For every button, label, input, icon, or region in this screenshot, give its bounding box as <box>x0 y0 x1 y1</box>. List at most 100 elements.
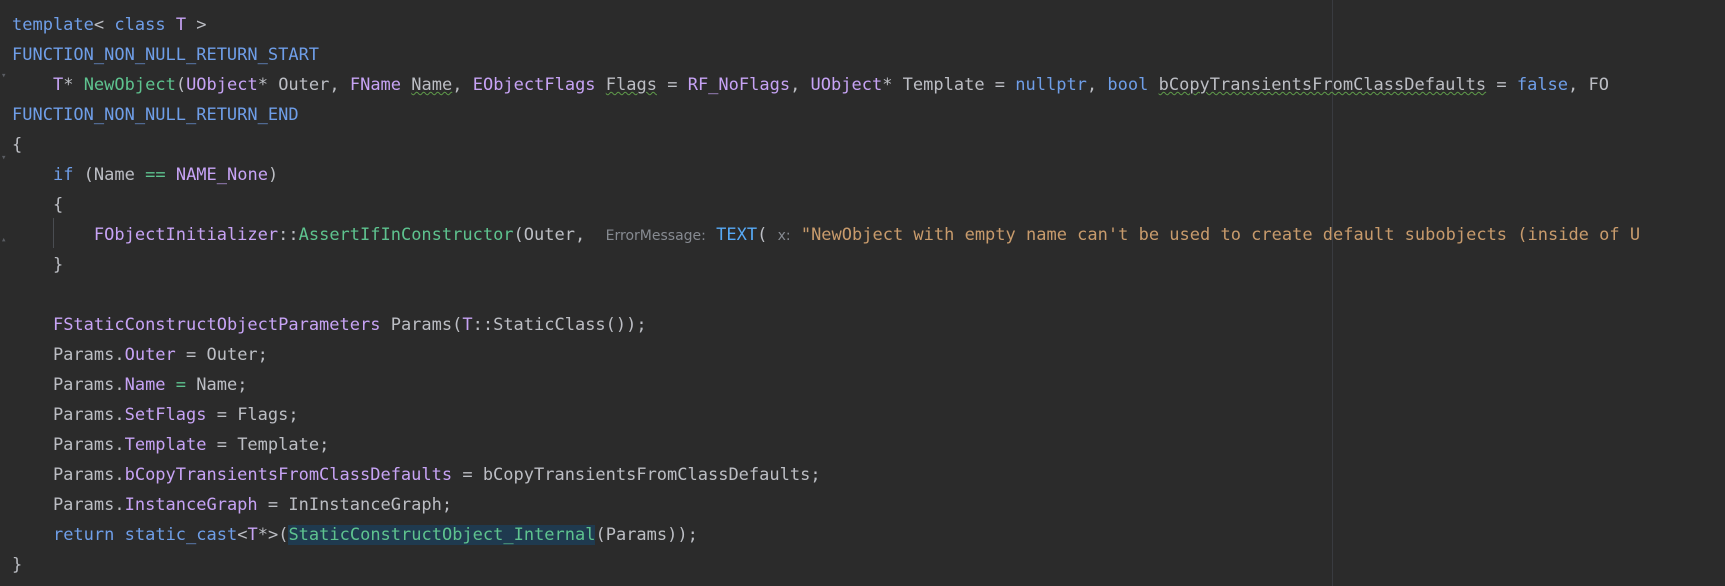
code-token: = <box>656 75 688 95</box>
code-line[interactable] <box>12 280 1640 310</box>
code-token: Params. <box>12 495 125 515</box>
code-token: * Template = <box>882 75 1016 95</box>
code-token: false <box>1516 75 1569 95</box>
code-line[interactable]: Params.Outer = Outer; <box>12 340 1640 370</box>
code-token: ( <box>757 225 778 245</box>
code-token: T <box>175 15 187 35</box>
code-token: = bCopyTransientsFromClassDefaults; <box>452 465 821 485</box>
code-token: (Name <box>73 165 146 185</box>
code-line[interactable]: } <box>12 250 1640 280</box>
code-line[interactable]: FUNCTION_NON_NULL_RETURN_START <box>12 40 1640 70</box>
code-line[interactable]: Params.Name = Name; <box>12 370 1640 400</box>
code-token: template <box>12 15 94 35</box>
code-line[interactable]: { <box>12 130 1640 160</box>
code-token: "NewObject with empty name can't be used… <box>800 225 1641 245</box>
code-token: Params( <box>380 315 463 335</box>
code-token: RF_NoFlags <box>687 75 791 95</box>
code-line[interactable]: T* NewObject(UObject* Outer, FName Name,… <box>12 70 1640 100</box>
gutter: ▾ ▾ ▴ <box>0 0 12 586</box>
code-token: Outer <box>124 345 176 365</box>
fold-icon[interactable]: ▾ <box>1 72 10 81</box>
code-line[interactable]: FStaticConstructObjectParameters Params(… <box>12 310 1640 340</box>
code-line[interactable]: template< class T > <box>12 10 1640 40</box>
code-token: = Template; <box>206 435 330 455</box>
code-token: Params. <box>12 405 125 425</box>
code-token: = Flags; <box>206 405 299 425</box>
code-token: UObject <box>810 75 883 95</box>
code-token: Params. <box>12 465 125 485</box>
code-token: if <box>52 165 74 185</box>
code-line[interactable]: Params.SetFlags = Flags; <box>12 400 1640 430</box>
code-token: * Outer, <box>257 75 350 95</box>
code-line[interactable]: return static_cast<T*>(StaticConstructOb… <box>12 520 1640 550</box>
code-line[interactable]: Params.InstanceGraph = InInstanceGraph; <box>12 490 1640 520</box>
code-token: , FO <box>1568 75 1609 95</box>
code-token: *>( <box>257 525 289 545</box>
code-token: { <box>12 135 23 155</box>
code-token: = InInstanceGraph; <box>257 495 453 515</box>
code-token: ) <box>267 165 279 185</box>
code-token: FStaticConstructObjectParameters <box>52 315 381 335</box>
code-token: { <box>12 195 64 215</box>
code-token: Name <box>411 75 453 95</box>
code-line[interactable]: FObjectInitializer::AssertIfInConstructo… <box>12 220 1640 250</box>
code-area[interactable]: template< class T > FUNCTION_NON_NULL_RET… <box>12 10 1640 580</box>
code-token: bool <box>1107 75 1149 95</box>
code-token: SetFlags <box>124 405 207 425</box>
code-token: return <box>52 525 115 545</box>
code-token: , <box>790 75 811 95</box>
code-token: < <box>93 15 115 35</box>
code-line[interactable]: } <box>12 550 1640 580</box>
code-token: > <box>186 15 207 35</box>
code-token: T <box>462 315 473 335</box>
code-token: * <box>63 75 84 95</box>
code-token: NewObject <box>83 75 176 95</box>
code-token: FObjectInitializer <box>93 225 279 245</box>
fold-icon[interactable]: ▴ <box>1 236 10 245</box>
fold-icon[interactable]: ▾ <box>1 154 10 163</box>
code-token: = Outer; <box>175 345 268 365</box>
code-token: (Params)); <box>595 525 698 545</box>
code-token: == <box>145 165 166 185</box>
code-token: T <box>52 75 64 95</box>
code-token: < <box>237 525 248 545</box>
code-line[interactable]: FUNCTION_NON_NULL_RETURN_END <box>12 100 1640 130</box>
code-line[interactable]: Params.bCopyTransientsFromClassDefaults … <box>12 460 1640 490</box>
code-token: bCopyTransientsFromClassDefaults <box>124 465 453 485</box>
code-token: FName <box>349 75 402 95</box>
parameter-hint: x: <box>777 228 791 244</box>
code-token: ( <box>175 75 187 95</box>
code-token: } <box>12 555 23 575</box>
code-token: static_cast <box>124 525 238 545</box>
code-token: NAME_None <box>175 165 268 185</box>
code-line[interactable]: Params.Template = Template; <box>12 430 1640 460</box>
code-token: UObject <box>186 75 258 95</box>
code-line[interactable]: { <box>12 190 1640 220</box>
code-token: Template <box>124 435 207 455</box>
code-token: nullptr <box>1015 75 1087 95</box>
code-token: FUNCTION_NON_NULL_RETURN_START <box>12 45 320 65</box>
code-token: , <box>452 75 473 95</box>
code-token: Flags <box>605 75 657 95</box>
code-token: bCopyTransientsFromClassDefaults <box>1158 75 1487 95</box>
code-token: ::StaticClass()); <box>472 315 647 335</box>
parameter-hint: ErrorMessage: <box>605 228 706 244</box>
code-token: AssertIfInConstructor <box>298 225 514 245</box>
code-token: StaticConstructObject_Internal <box>288 525 596 545</box>
code-token: class <box>114 15 166 35</box>
code-token: EObjectFlags <box>472 75 596 95</box>
code-editor[interactable]: ▾ ▾ ▴ template< class T > FUNCTION_NON_NU… <box>0 0 1725 586</box>
code-line[interactable]: if (Name == NAME_None) <box>12 160 1640 190</box>
